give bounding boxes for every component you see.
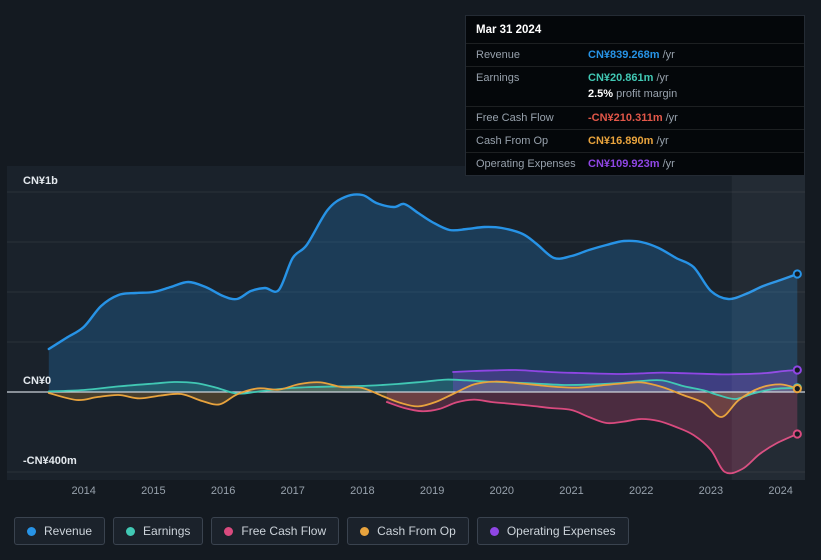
cash-from-op-dot-icon [360,526,370,536]
legend-item-free-cash-flow[interactable]: Free Cash Flow [211,517,340,545]
tooltip-value: CN¥109.923m/yr [588,158,675,170]
x-axis-label: 2020 [489,485,515,497]
x-axis-label: 2018 [350,485,375,497]
tooltip-value: CN¥20.861m/yr [588,72,669,84]
x-axis-label: 2024 [768,485,793,497]
tooltip-section-fcf: Free Cash Flow -CN¥210.311m/yr [466,106,804,129]
value-text: CN¥109.923m [588,158,660,170]
value-text: CN¥20.861m [588,72,654,84]
tooltip-value: CN¥839.268m/yr [588,49,675,61]
revenue-dot-icon [27,526,36,536]
legend-item-revenue[interactable]: Revenue [14,517,106,545]
legend-item-earnings[interactable]: Earnings [113,517,204,545]
tooltip-row-opex: Operating Expenses CN¥109.923m/yr [466,155,804,173]
value-suffix: /yr [665,112,678,124]
value-suffix: /yr [656,135,669,147]
tooltip-section-opex: Operating Expenses CN¥109.923m/yr [466,152,804,175]
tooltip-label: Free Cash Flow [476,112,554,124]
profit-margin-text: profit margin [616,88,678,100]
tooltip-section-cashop: Cash From Op CN¥16.890m/yr [466,129,804,152]
tooltip-value: CN¥16.890m/yr [588,135,669,147]
legend-label: Revenue [44,524,93,538]
tooltip-label: Earnings [476,72,520,84]
value-suffix: /yr [662,158,675,170]
free-cash-flow-dot-icon [224,526,234,536]
tooltip-row-fcf: Free Cash Flow -CN¥210.311m/yr [466,109,804,127]
chart-canvas [7,166,805,480]
tooltip-row-earnings: Earnings CN¥20.861m/yr [466,69,804,87]
x-axis-label: 2014 [71,485,96,497]
legend-label: Operating Expenses [506,524,616,538]
operating-expenses-dot-icon [489,526,499,536]
profit-margin-value: 2.5% [588,88,614,100]
value-text: -CN¥210.311m [588,112,663,124]
x-axis-label: 2016 [210,485,236,497]
plot-area[interactable]: CN¥1b CN¥0 -CN¥400m [7,166,805,480]
legend-label: Earnings [143,524,191,538]
x-axis-label: 2022 [628,485,654,497]
profit-margin-row: 2.5% profit margin [466,87,804,104]
x-axis-label: 2023 [698,485,724,497]
tooltip-row-cashop: Cash From Op CN¥16.890m/yr [466,132,804,150]
tooltip-section-earnings: Earnings CN¥20.861m/yr 2.5% profit margin [466,66,804,106]
value-text: CN¥839.268m [588,49,660,61]
value-suffix: /yr [662,49,675,61]
x-axis-label: 2015 [141,485,166,497]
chart-legend: Revenue Earnings Free Cash Flow Cash Fro… [14,517,629,545]
x-axis-label: 2019 [419,485,445,497]
data-tooltip: Mar 31 2024 Revenue CN¥839.268m/yr Earni… [465,15,805,176]
legend-item-cash-from-op[interactable]: Cash From Op [347,517,469,545]
x-axis-labels: 2014 2015 2016 2017 2018 2019 2020 2021 2022 2023… [7,485,805,501]
tooltip-section-revenue: Revenue CN¥839.268m/yr [466,43,804,66]
tooltip-row-revenue: Revenue CN¥839.268m/yr [466,46,804,64]
earnings-dot-icon [126,526,136,536]
legend-item-operating-expenses[interactable]: Operating Expenses [476,517,629,545]
legend-label: Free Cash Flow [241,524,327,538]
x-axis-label: 2021 [559,485,584,497]
earnings-revenue-history-chart: CN¥1b CN¥0 -CN¥400m 2014 2015 2016 2017 2018 20… [0,0,821,560]
tooltip-value: -CN¥210.311m/yr [588,112,678,124]
tooltip-label: Cash From Op [476,135,549,147]
tooltip-label: Operating Expenses [476,158,576,170]
x-axis-label: 2017 [280,485,305,497]
tooltip-label: Revenue [476,49,521,61]
value-suffix: /yr [656,72,669,84]
value-text: CN¥16.890m [588,135,654,147]
legend-label: Cash From Op [377,524,456,538]
tooltip-date: Mar 31 2024 [476,24,542,36]
